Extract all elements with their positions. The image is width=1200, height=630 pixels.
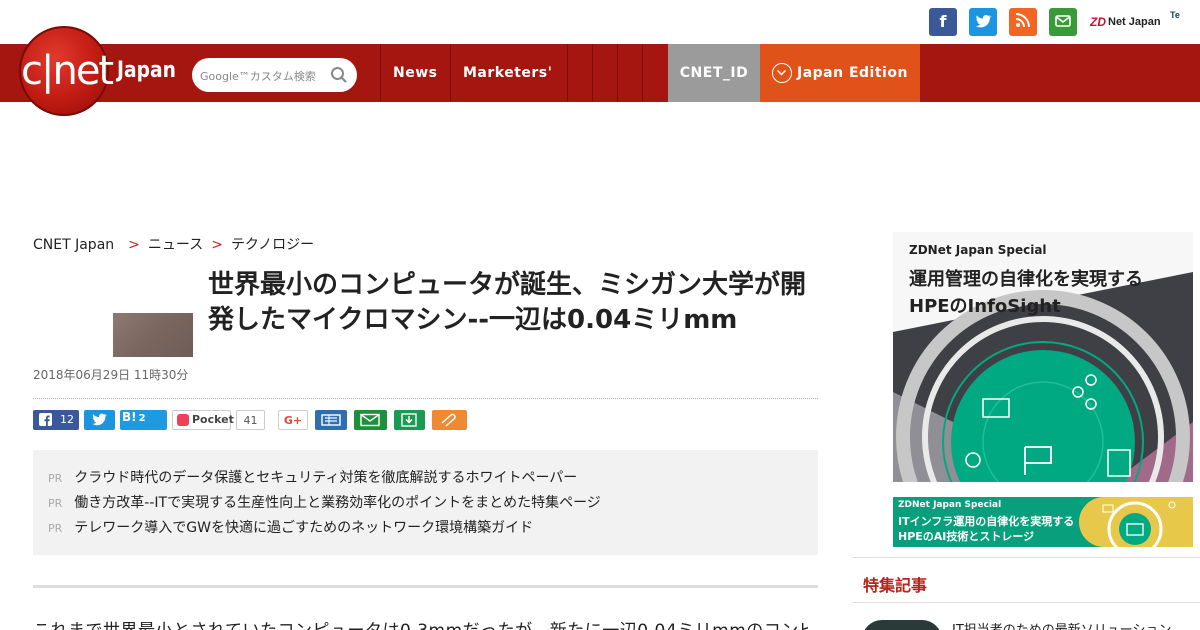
- nav-divider: [450, 44, 451, 102]
- cnet-logo[interactable]: c|net: [19, 26, 114, 116]
- sidebar-ad-small[interactable]: ZDNet Japan Special ITインフラ運用の自律化を実現する HPE…: [893, 497, 1193, 547]
- chevron-down-icon: [772, 63, 792, 83]
- facebook-share-button[interactable]: 12: [33, 410, 79, 430]
- search-placeholder: Google™カスタム検索: [200, 70, 316, 83]
- ad-illustration: [1079, 497, 1193, 547]
- print-button[interactable]: [315, 410, 347, 430]
- pr-item-text[interactable]: 働き方改革--ITで実現する生産性向上と業務効率化のポイントをまとめた特集ページ: [74, 495, 601, 511]
- email-share-button[interactable]: [354, 410, 387, 430]
- paperclip-icon: [441, 413, 456, 427]
- zdnet-japan-link[interactable]: ZD Net Japan: [1090, 8, 1161, 36]
- breadcrumb-home[interactable]: CNET Japan: [33, 237, 114, 253]
- print-icon: [321, 414, 341, 426]
- divider: [33, 585, 818, 588]
- pocket-label: Pocket: [192, 413, 234, 426]
- twitter-icon[interactable]: [969, 8, 997, 36]
- pocket-count: 41: [236, 410, 265, 430]
- cnet-id-button[interactable]: CNET_ID: [668, 44, 760, 102]
- pr-box: PR クラウド時代のデータ保護とセキュリティ対策を徹底解説するホワイトペーパー P…: [33, 450, 818, 555]
- zdnet-logo: ZD: [1090, 15, 1106, 29]
- ad-kicker: ZDNet Japan Special: [909, 243, 1047, 257]
- techrepublic-label: Te: [1170, 10, 1180, 20]
- article-title: 世界最小のコンピュータが誕生、ミシガン大学が開発したマイクロマシン--一辺は0.…: [208, 270, 807, 335]
- breadcrumb-news[interactable]: ニュース: [148, 237, 203, 253]
- mail-icon: [360, 413, 380, 427]
- zdnet-label: Net Japan: [1108, 16, 1161, 28]
- sidebar-ad-banner[interactable]: ZDNet Japan Special 運用管理の自律化を実現する HPEのIn…: [893, 232, 1193, 482]
- edition-selector[interactable]: Japan Edition: [760, 44, 920, 102]
- article-body: これまで世界最小とされていたコンピュータは0.3mmだったが、新たに一辺0.04…: [33, 616, 808, 630]
- nav-divider: [617, 44, 618, 102]
- top-social-bar: f ZD Net Japan Te: [0, 0, 1200, 44]
- facebook-icon[interactable]: f: [929, 8, 957, 36]
- article-thumbnail: [113, 313, 193, 357]
- download-button[interactable]: [394, 410, 425, 430]
- facebook-share-count: 12: [60, 413, 74, 426]
- sidebar-heading: 特集記事: [863, 576, 928, 595]
- edition-label: Japan Edition: [797, 65, 908, 81]
- clip-button[interactable]: [432, 410, 467, 430]
- pr-item-text[interactable]: クラウド時代のデータ保護とセキュリティ対策を徹底解説するホワイトペーパー: [74, 470, 577, 486]
- pocket-button[interactable]: Pocket: [172, 410, 234, 430]
- breadcrumb: CNET Japan > ニュース > テクノロジー: [33, 234, 314, 254]
- divider: [853, 602, 1200, 603]
- hatena-count: 2: [138, 413, 146, 424]
- pr-item[interactable]: PR クラウド時代のデータ保護とセキュリティ対策を徹底解説するホワイトペーパー: [48, 467, 577, 487]
- pr-tag: PR: [48, 472, 63, 485]
- pr-tag: PR: [48, 522, 63, 535]
- pr-tag: PR: [48, 497, 63, 510]
- hatena-mark: B!: [122, 410, 137, 424]
- sidebar-item-thumbnail[interactable]: [862, 620, 942, 630]
- search-input[interactable]: Google™カスタム検索: [192, 58, 357, 92]
- ad-headline-line: HPEのAI技術とストレージ: [898, 530, 1035, 543]
- breadcrumb-separator: >: [211, 237, 223, 253]
- nav-divider: [380, 44, 381, 102]
- breadcrumb-technology[interactable]: テクノロジー: [231, 237, 314, 253]
- nav-item-marketers[interactable]: Marketers': [463, 44, 552, 102]
- nav-divider: [592, 44, 593, 102]
- hatena-icon: B! 2: [122, 407, 146, 429]
- google-plus-button[interactable]: G+: [278, 410, 308, 430]
- ad-kicker: ZDNet Japan Special: [898, 500, 1002, 510]
- mail-icon[interactable]: [1049, 8, 1077, 36]
- article-date: 2018年06月29日 11時30分: [33, 368, 189, 382]
- nav-divider: [642, 44, 643, 102]
- logo-japan-text[interactable]: Japan: [117, 58, 176, 83]
- ad-headline-line: ITインフラ運用の自律化を実現する: [898, 515, 1075, 528]
- pr-item-text[interactable]: テレワーク導入でGWを快適に過ごすためのネットワーク環境構築ガイド: [74, 520, 533, 536]
- pr-item[interactable]: PR テレワーク導入でGWを快適に過ごすためのネットワーク環境構築ガイド: [48, 517, 533, 537]
- divider: [853, 557, 1200, 558]
- techrepublic-link[interactable]: Te: [1170, 10, 1200, 34]
- nav-divider: [567, 44, 568, 102]
- download-icon: [401, 413, 417, 427]
- divider: [33, 398, 818, 399]
- ad-headline: ITインフラ運用の自律化を実現する HPEのAI技術とストレージ: [898, 514, 1074, 544]
- pr-item[interactable]: PR 働き方改革--ITで実現する生産性向上と業務効率化のポイントをまとめた特集ペ…: [48, 492, 601, 512]
- sidebar-item-title[interactable]: IT担当者のための最新ソリューション: [952, 619, 1172, 630]
- twitter-icon: [92, 413, 107, 426]
- rss-icon[interactable]: [1009, 8, 1037, 36]
- nav-item-news[interactable]: News: [393, 44, 437, 102]
- ad-headline: 運用管理の自律化を実現する HPEのInfoSight: [909, 269, 1143, 317]
- pocket-icon: [177, 414, 189, 426]
- facebook-icon: [39, 413, 52, 426]
- main-nav: [0, 44, 1200, 102]
- twitter-share-button[interactable]: [84, 410, 115, 430]
- breadcrumb-separator: >: [128, 237, 140, 253]
- hatena-bookmark-button[interactable]: B! 2: [120, 410, 167, 430]
- search-icon[interactable]: [330, 66, 348, 88]
